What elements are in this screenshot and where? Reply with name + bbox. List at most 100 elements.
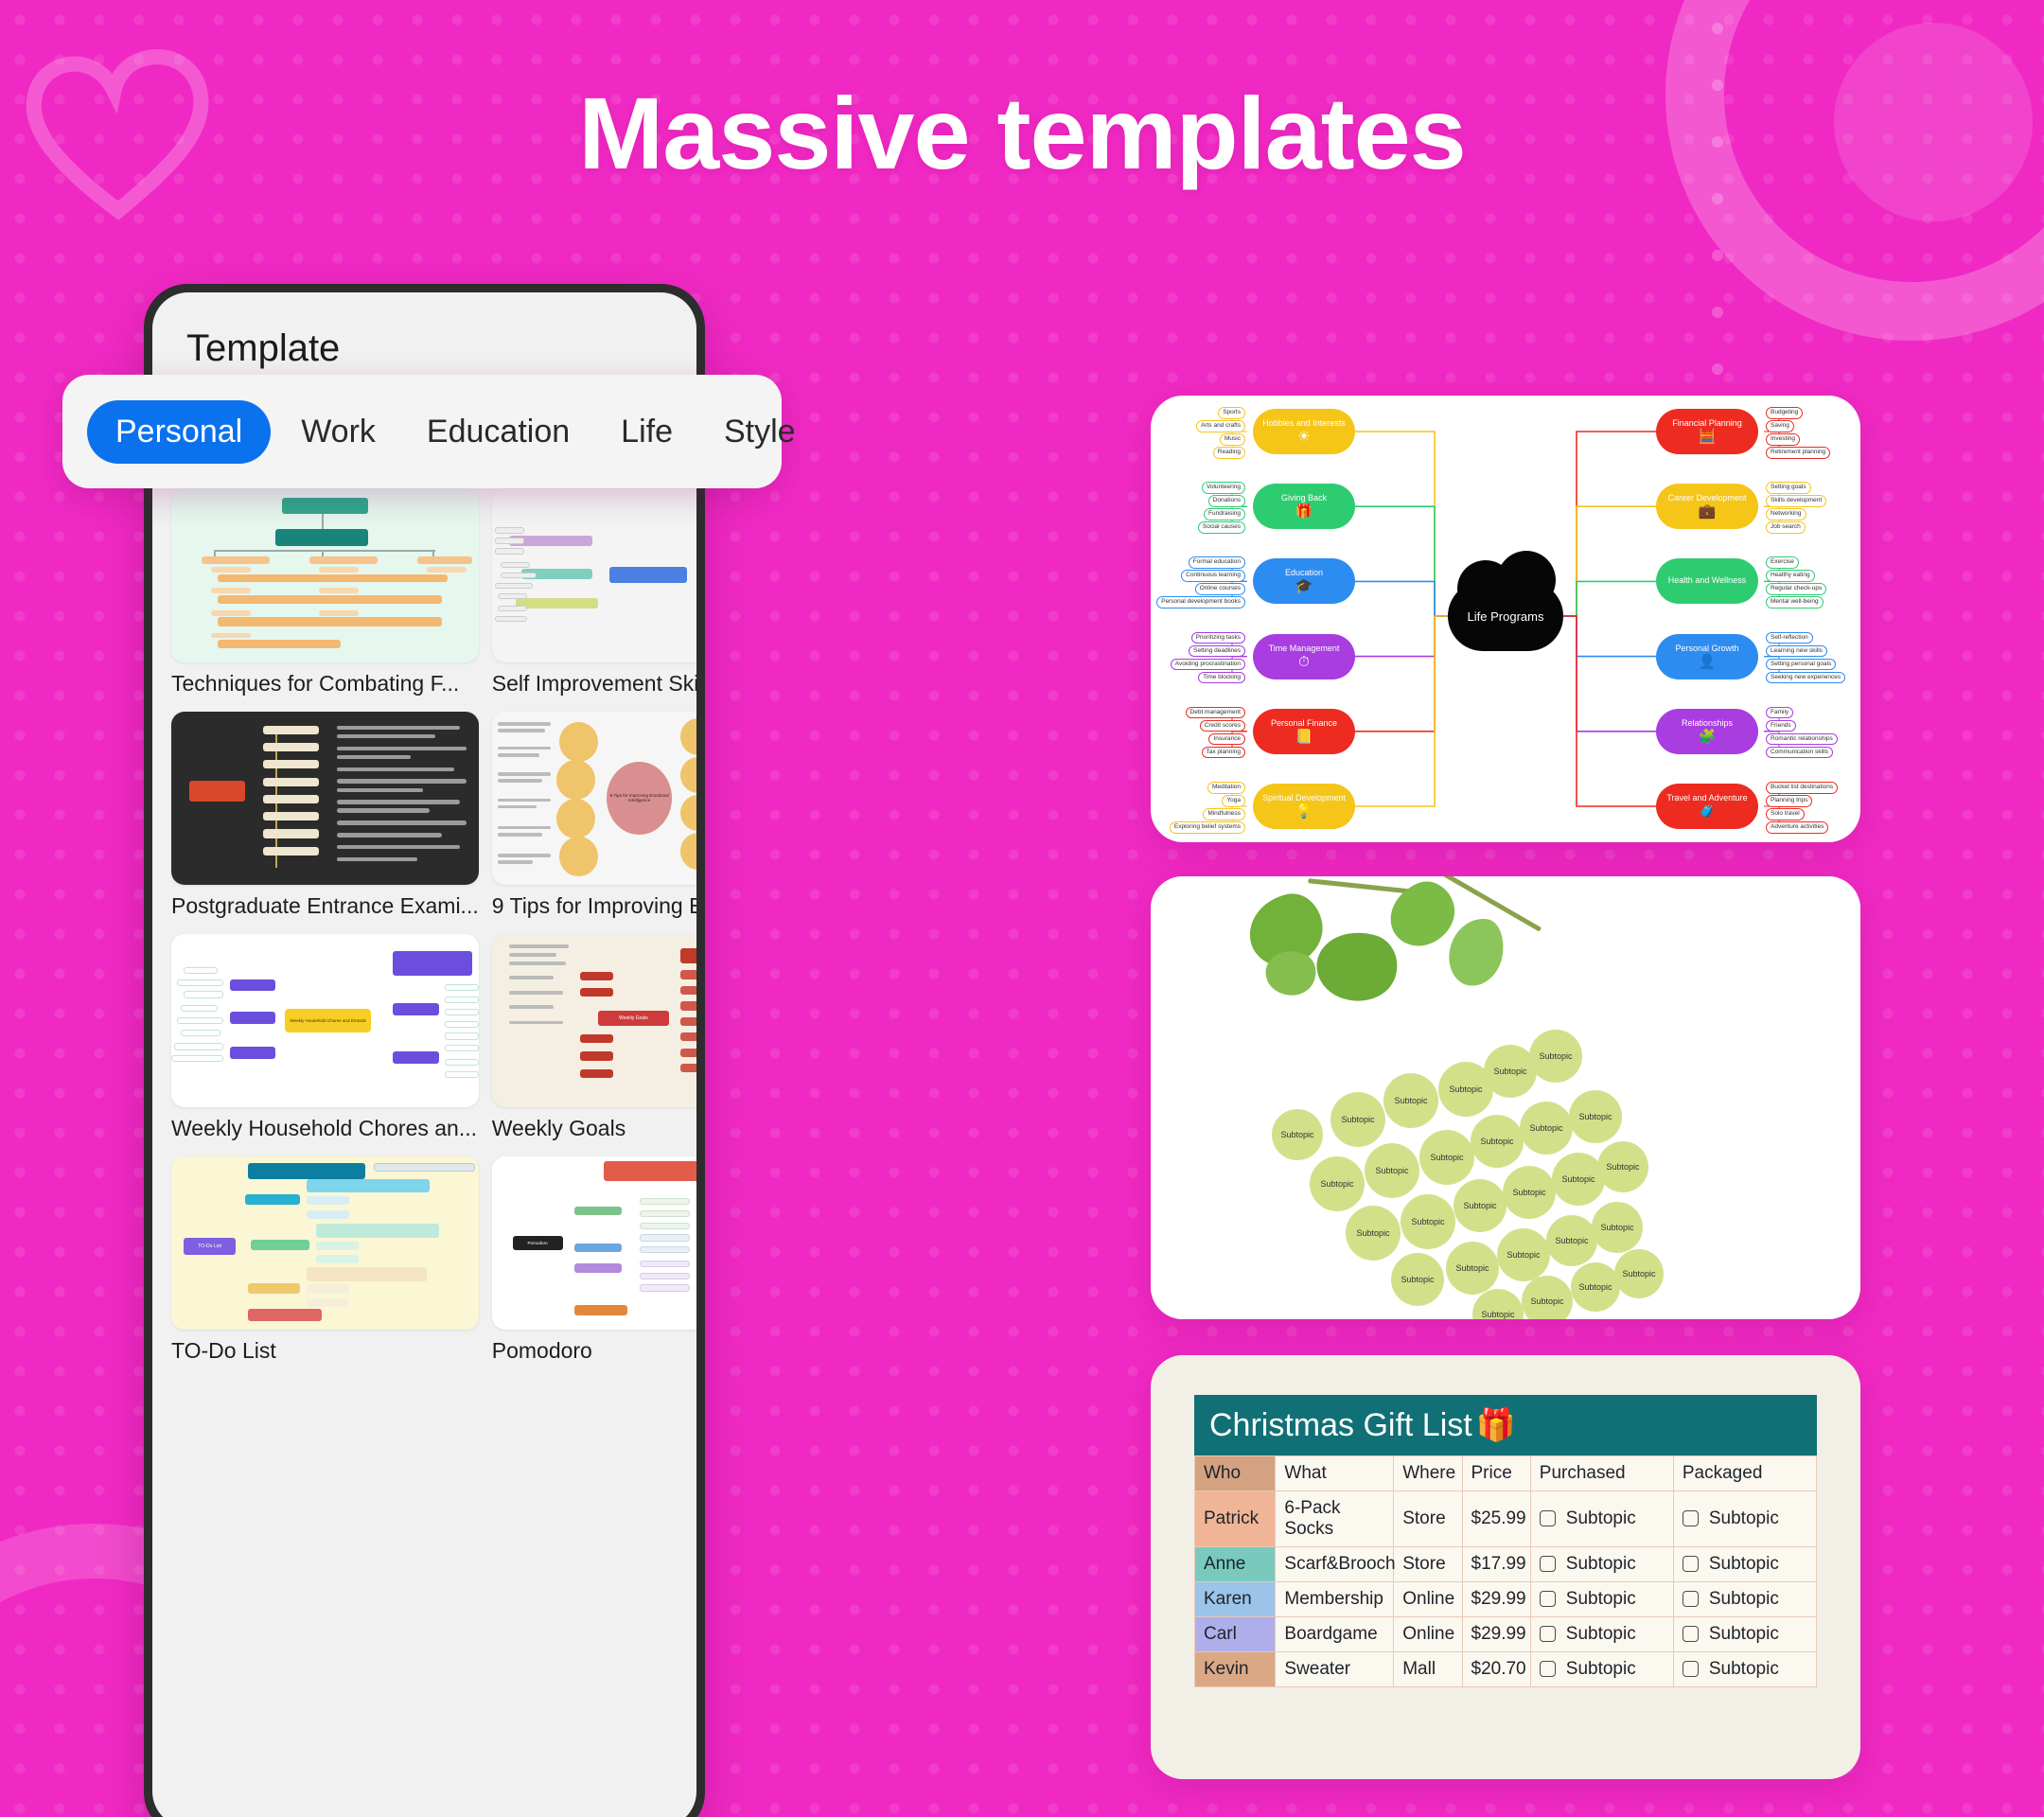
mindmap-leaf-node[interactable]: Personal development books	[1156, 596, 1245, 609]
tab-life[interactable]: Life	[600, 400, 694, 464]
mindmap-branch-node[interactable]: Travel and Adventure 🧳	[1656, 784, 1758, 829]
mindmap-leaf-node[interactable]: Solo travel	[1766, 808, 1805, 820]
grape-subtopic-node[interactable]: Subtopic	[1569, 1090, 1622, 1143]
grape-subtopic-node[interactable]: Subtopic	[1546, 1215, 1597, 1266]
grape-subtopic-node[interactable]: Subtopic	[1522, 1276, 1573, 1319]
template-thumbnail-postgraduate[interactable]	[171, 712, 479, 885]
mindmap-leaf-node[interactable]: Debt management	[1185, 706, 1245, 719]
template-card[interactable]: Weekly Household Chores and Errands Week…	[171, 934, 479, 1141]
mindmap-leaf-node[interactable]: Meditation	[1207, 782, 1245, 794]
mindmap-branch-node[interactable]: Hobbies and Interests ☀	[1253, 409, 1355, 454]
packaged-checkbox[interactable]	[1682, 1556, 1699, 1572]
packaged-checkbox[interactable]	[1682, 1510, 1699, 1526]
template-thumbnail-weekly-goals[interactable]: Weekly Goals	[491, 934, 696, 1107]
mindmap-leaf-node[interactable]: Setting deadlines	[1189, 644, 1245, 658]
grape-subtopic-node[interactable]: Subtopic	[1529, 1030, 1582, 1083]
mindmap-leaf-node[interactable]: Mindfulness	[1203, 808, 1245, 820]
purchased-checkbox[interactable]	[1539, 1626, 1556, 1642]
mindmap-leaf-node[interactable]: Fundraising	[1204, 508, 1245, 520]
mindmap-leaf-node[interactable]: Online courses	[1194, 583, 1245, 595]
mindmap-leaf-node[interactable]: Formal education	[1188, 556, 1245, 569]
packaged-checkbox[interactable]	[1682, 1661, 1699, 1677]
template-thumbnail-weekly-chores[interactable]: Weekly Household Chores and Errands	[171, 934, 479, 1107]
tab-work[interactable]: Work	[280, 400, 396, 464]
grape-subtopic-node[interactable]: Subtopic	[1592, 1202, 1643, 1253]
mindmap-leaf-node[interactable]: Setting personal goals	[1766, 658, 1837, 671]
mindmap-branch-node[interactable]: Health and Wellness	[1656, 558, 1758, 605]
grape-subtopic-node[interactable]: Subtopic	[1446, 1242, 1499, 1295]
grape-subtopic-node[interactable]: Subtopic	[1330, 1092, 1385, 1147]
mindmap-leaf-node[interactable]: Social causes	[1197, 521, 1245, 534]
grape-subtopic-node[interactable]: Subtopic	[1471, 1115, 1524, 1168]
mindmap-leaf-node[interactable]: Credit scores	[1199, 719, 1245, 732]
purchased-checkbox[interactable]	[1539, 1556, 1556, 1572]
mindmap-branch-node[interactable]: Spiritual Development 💡	[1253, 784, 1355, 829]
mindmap-leaf-node[interactable]: Time blocking	[1198, 671, 1245, 684]
mindmap-leaf-node[interactable]: Mental well-being	[1766, 596, 1824, 609]
mindmap-leaf-node[interactable]: Setting goals	[1766, 482, 1811, 494]
packaged-checkbox[interactable]	[1682, 1626, 1699, 1642]
grape-subtopic-node[interactable]: Subtopic	[1497, 1228, 1550, 1281]
mindmap-leaf-node[interactable]: Prioritizing tasks	[1190, 631, 1245, 644]
mindmap-leaf-node[interactable]: Family	[1766, 706, 1794, 719]
template-thumbnail-pomodoro[interactable]: Pomodoro	[491, 1156, 696, 1330]
grape-subtopic-node[interactable]: Subtopic	[1272, 1109, 1323, 1160]
mindmap-leaf-node[interactable]: Job search	[1766, 521, 1806, 534]
grape-subtopic-node[interactable]: Subtopic	[1520, 1102, 1573, 1155]
mindmap-leaf-node[interactable]: Saving	[1766, 420, 1794, 432]
mindmap-leaf-node[interactable]: Adventure activities	[1766, 821, 1829, 834]
mindmap-leaf-node[interactable]: Planning trips	[1766, 795, 1813, 807]
mindmap-leaf-node[interactable]: Donations	[1207, 495, 1245, 507]
mindmap-leaf-node[interactable]: Insurance	[1208, 732, 1245, 746]
mindmap-leaf-node[interactable]: Avoiding procrastination	[1170, 658, 1245, 671]
template-thumbnail-nine-tips[interactable]: 9 Tips for Improving Emotional Intellige…	[491, 712, 696, 885]
mindmap-leaf-node[interactable]: Skills development	[1766, 495, 1827, 507]
template-thumbnail-combating-fatigue[interactable]	[171, 489, 479, 662]
grape-subtopic-node[interactable]: Subtopic	[1454, 1179, 1507, 1232]
mindmap-leaf-node[interactable]: Learning new skills	[1766, 644, 1827, 658]
template-card[interactable]: Self Improvement Skills	[491, 489, 696, 697]
mindmap-leaf-node[interactable]: Exercise	[1766, 556, 1799, 569]
mindmap-leaf-node[interactable]: Communication skills	[1766, 746, 1834, 759]
mindmap-branch-node[interactable]: Giving Back 🎁	[1253, 484, 1355, 530]
mindmap-branch-node[interactable]: Education 🎓	[1253, 558, 1355, 605]
mindmap-leaf-node[interactable]: Exploring belief systems	[1169, 821, 1245, 834]
purchased-checkbox[interactable]	[1539, 1510, 1556, 1526]
template-card[interactable]: TO-Do List TO-Do List	[171, 1156, 479, 1364]
preview-card-christmas-gift-list[interactable]: Christmas Gift List 🎁 Who What Where Pri…	[1151, 1355, 1860, 1779]
grape-subtopic-node[interactable]: Subtopic	[1401, 1194, 1455, 1249]
preview-card-grape-mindmap[interactable]: Subtopic Subtopic Subtopic Subtopic Subtopic…	[1151, 876, 1860, 1319]
purchased-checkbox[interactable]	[1539, 1591, 1556, 1607]
mindmap-branch-node[interactable]: Personal Growth 👤	[1656, 633, 1758, 679]
mindmap-leaf-node[interactable]: Romantic relationships	[1766, 732, 1838, 746]
mindmap-branch-node[interactable]: Career Development 💼	[1656, 484, 1758, 530]
grape-subtopic-node[interactable]: Subtopic	[1503, 1166, 1556, 1219]
mindmap-branch-node[interactable]: Personal Finance 📒	[1253, 708, 1355, 754]
grape-subtopic-node[interactable]: Subtopic	[1310, 1156, 1365, 1211]
mindmap-leaf-node[interactable]: Continuous learning	[1181, 570, 1245, 582]
preview-card-life-programs-mindmap[interactable]: Life Programs Hobbies and Interests ☀ Spor…	[1151, 396, 1860, 842]
mindmap-leaf-node[interactable]: Friends	[1766, 719, 1796, 732]
mindmap-branch-node[interactable]: Relationships 🧩	[1656, 708, 1758, 754]
mindmap-leaf-node[interactable]: Music	[1220, 433, 1245, 446]
mindmap-leaf-node[interactable]: Yoga	[1222, 795, 1245, 807]
template-thumbnail-todo-list[interactable]: TO-Do List	[171, 1156, 479, 1330]
template-card[interactable]: Techniques for Combating F...	[171, 489, 479, 697]
mindmap-leaf-node[interactable]: Healthy eating	[1766, 570, 1815, 582]
mindmap-leaf-node[interactable]: Budgeting	[1766, 407, 1804, 419]
grape-subtopic-node[interactable]: Subtopic	[1614, 1249, 1664, 1298]
mindmap-leaf-node[interactable]: Networking	[1766, 508, 1806, 520]
mindmap-leaf-node[interactable]: Volunteering	[1201, 482, 1245, 494]
mindmap-leaf-node[interactable]: Sports	[1218, 407, 1245, 419]
template-card[interactable]: 9 Tips for Improving Emotional Intellige…	[491, 712, 696, 919]
grape-subtopic-node[interactable]: Subtopic	[1346, 1206, 1401, 1261]
purchased-checkbox[interactable]	[1539, 1661, 1556, 1677]
tab-education[interactable]: Education	[406, 400, 590, 464]
grape-subtopic-node[interactable]: Subtopic	[1365, 1143, 1419, 1198]
mindmap-leaf-node[interactable]: Tax planning	[1201, 746, 1245, 759]
grape-subtopic-node[interactable]: Subtopic	[1419, 1130, 1474, 1185]
mindmap-leaf-node[interactable]: Bucket list destinations	[1766, 782, 1839, 794]
mindmap-leaf-node[interactable]: Self-reflection	[1766, 631, 1813, 644]
template-thumbnail-self-improvement[interactable]	[491, 489, 696, 662]
mindmap-leaf-node[interactable]: Investing	[1766, 433, 1801, 446]
